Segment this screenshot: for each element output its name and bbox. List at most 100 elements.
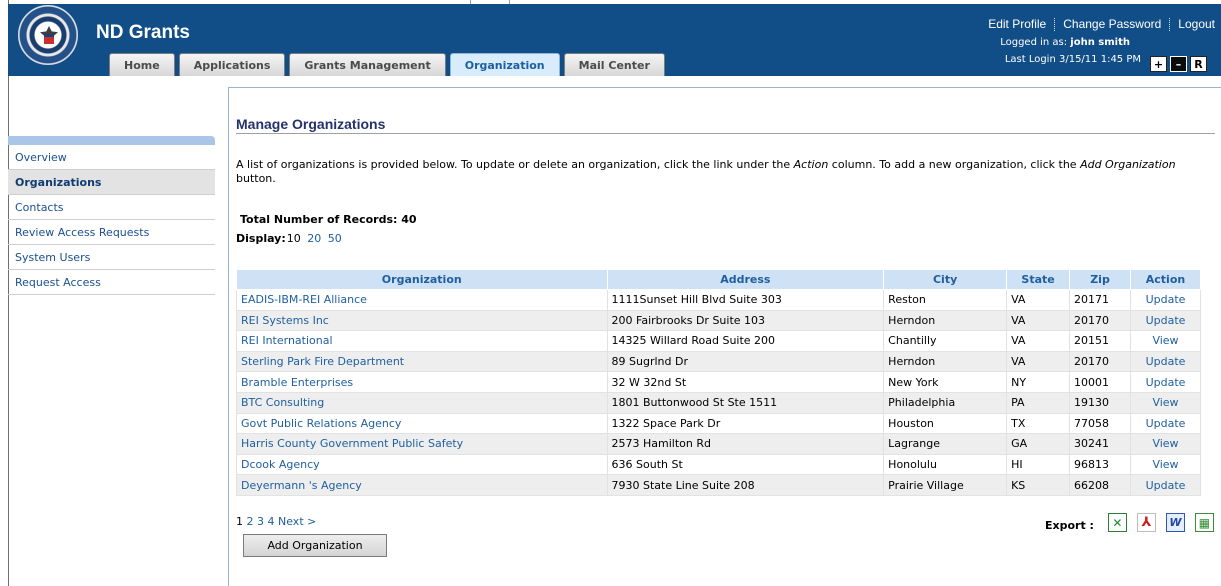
sidebar-item-request-access[interactable]: Request Access <box>8 270 215 295</box>
org-name-link[interactable]: REI International <box>241 334 333 347</box>
action-cell: View <box>1130 330 1201 352</box>
column-header-address[interactable]: Address <box>606 269 885 290</box>
action-link[interactable]: Update <box>1146 479 1186 492</box>
sidebar-item-contacts[interactable]: Contacts <box>8 195 215 220</box>
csv-icon[interactable] <box>1194 513 1214 532</box>
logged-in-status: Logged in as: john smith <box>1000 37 1130 48</box>
tab-mail-center[interactable]: Mail Center <box>563 53 665 76</box>
state-cell: PA <box>1006 391 1071 414</box>
pdf-icon[interactable] <box>1136 513 1156 532</box>
org-cell: Govt Public Relations Agency <box>236 412 608 435</box>
city-cell: Chantilly <box>883 330 1008 352</box>
tab-organization[interactable]: Organization <box>449 53 560 76</box>
action-link[interactable]: View <box>1152 396 1178 409</box>
city-cell: Prairie Village <box>883 474 1008 496</box>
display-label: Display: <box>236 232 286 245</box>
action-link[interactable]: View <box>1152 334 1178 347</box>
column-header-zip[interactable]: Zip <box>1069 269 1131 290</box>
table-row: EADIS-IBM-REI Alliance 1111Sunset Hill B… <box>236 289 1201 311</box>
state-cell: VA <box>1006 289 1071 311</box>
logout-link[interactable]: Logout <box>1178 17 1215 31</box>
font-increase-button[interactable]: + <box>1150 56 1167 72</box>
org-cell: Deyermann 's Agency <box>236 474 608 496</box>
zip-cell: 20171 <box>1069 289 1131 311</box>
action-link[interactable]: View <box>1152 458 1178 471</box>
org-cell: Harris County Government Public Safety <box>236 433 608 455</box>
action-link[interactable]: Update <box>1146 355 1186 368</box>
address-cell: 2573 Hamilton Rd <box>606 433 885 455</box>
shield-icon <box>44 34 54 44</box>
intro-part1: A list of organizations is provided belo… <box>236 158 794 171</box>
action-link[interactable]: Update <box>1146 417 1186 430</box>
sidebar-item-system-users[interactable]: System Users <box>8 245 215 270</box>
column-header-organization[interactable]: Organization <box>236 269 608 290</box>
org-name-link[interactable]: Govt Public Relations Agency <box>241 417 401 430</box>
tab-home[interactable]: Home <box>109 53 175 76</box>
organizations-table: Organization Address City State Zip Acti… <box>236 269 1201 496</box>
address-cell: 1322 Space Park Dr <box>606 412 885 435</box>
org-cell: Bramble Enterprises <box>236 371 608 393</box>
page-link-3[interactable]: 3 <box>257 515 264 528</box>
org-cell: Dcook Agency <box>236 453 608 476</box>
org-name-link[interactable]: Deyermann 's Agency <box>241 479 362 492</box>
display-current: 10 <box>286 232 301 245</box>
next-page-link[interactable]: Next > <box>278 515 316 528</box>
org-name-link[interactable]: EADIS-IBM-REI Alliance <box>241 293 367 306</box>
app-title: ND Grants <box>96 22 190 43</box>
sidebar-item-organizations[interactable]: Organizations <box>8 170 215 195</box>
table-row: Bramble Enterprises 32 W 32nd St New Yor… <box>236 371 1201 393</box>
sidebar-item-overview[interactable]: Overview <box>8 145 215 170</box>
org-name-link[interactable]: REI Systems Inc <box>241 314 329 327</box>
org-name-link[interactable]: Bramble Enterprises <box>241 376 353 389</box>
action-link[interactable]: Update <box>1146 293 1186 306</box>
column-header-action: Action <box>1130 269 1201 290</box>
intro-add: Add Organization <box>1080 158 1176 171</box>
action-cell: Update <box>1130 412 1201 435</box>
change-password-link[interactable]: Change Password <box>1063 17 1161 31</box>
state-cell: VA <box>1006 330 1071 352</box>
state-cell: NY <box>1006 371 1071 393</box>
tab-applications[interactable]: Applications <box>178 53 286 76</box>
export-label: Export : <box>1045 519 1094 532</box>
table-row: Sterling Park Fire Department 89 Sugrlnd… <box>236 350 1201 373</box>
tab-grants-management[interactable]: Grants Management <box>289 53 446 76</box>
org-name-link[interactable]: BTC Consulting <box>241 396 324 409</box>
excel-icon[interactable] <box>1107 513 1127 532</box>
city-cell: Houston <box>883 412 1008 435</box>
display-20-link[interactable]: 20 <box>307 232 321 245</box>
action-link[interactable]: Update <box>1146 314 1186 327</box>
display-size-selector: Display:10 20 50 <box>236 232 342 245</box>
org-cell: REI International <box>236 330 608 352</box>
sidebar-item-review-access-requests[interactable]: Review Access Requests <box>8 220 215 245</box>
action-link[interactable]: View <box>1152 437 1178 450</box>
city-cell: Reston <box>883 289 1008 311</box>
column-header-state[interactable]: State <box>1006 269 1071 290</box>
dhs-seal-logo <box>18 5 78 65</box>
org-name-link[interactable]: Sterling Park Fire Department <box>241 355 404 368</box>
org-cell: EADIS-IBM-REI Alliance <box>236 289 608 311</box>
address-cell: 1111Sunset Hill Blvd Suite 303 <box>606 289 885 311</box>
zip-cell: 19130 <box>1069 391 1131 414</box>
org-name-link[interactable]: Harris County Government Public Safety <box>241 437 463 450</box>
edit-profile-link[interactable]: Edit Profile <box>988 17 1046 31</box>
font-decrease-button[interactable]: – <box>1170 56 1187 72</box>
zip-cell: 20151 <box>1069 330 1131 352</box>
org-cell: Sterling Park Fire Department <box>236 350 608 373</box>
page-link-2[interactable]: 2 <box>247 515 254 528</box>
zip-cell: 20170 <box>1069 309 1131 332</box>
add-organization-button[interactable]: Add Organization <box>243 534 387 557</box>
address-cell: 200 Fairbrooks Dr Suite 103 <box>606 309 885 332</box>
column-header-city[interactable]: City <box>883 269 1008 290</box>
org-cell: BTC Consulting <box>236 391 608 414</box>
action-link[interactable]: Update <box>1146 376 1186 389</box>
logged-in-label: Logged in as: <box>1000 37 1068 48</box>
table-row: BTC Consulting 1801 Buttonwood St Ste 15… <box>236 391 1201 414</box>
display-50-link[interactable]: 50 <box>328 232 342 245</box>
city-cell: Herndon <box>883 350 1008 373</box>
zip-cell: 10001 <box>1069 371 1131 393</box>
font-reset-button[interactable]: R <box>1190 56 1207 72</box>
page-link-4[interactable]: 4 <box>268 515 275 528</box>
org-name-link[interactable]: Dcook Agency <box>241 458 320 471</box>
word-icon[interactable] <box>1165 513 1185 532</box>
page-current: 1 <box>236 515 243 528</box>
